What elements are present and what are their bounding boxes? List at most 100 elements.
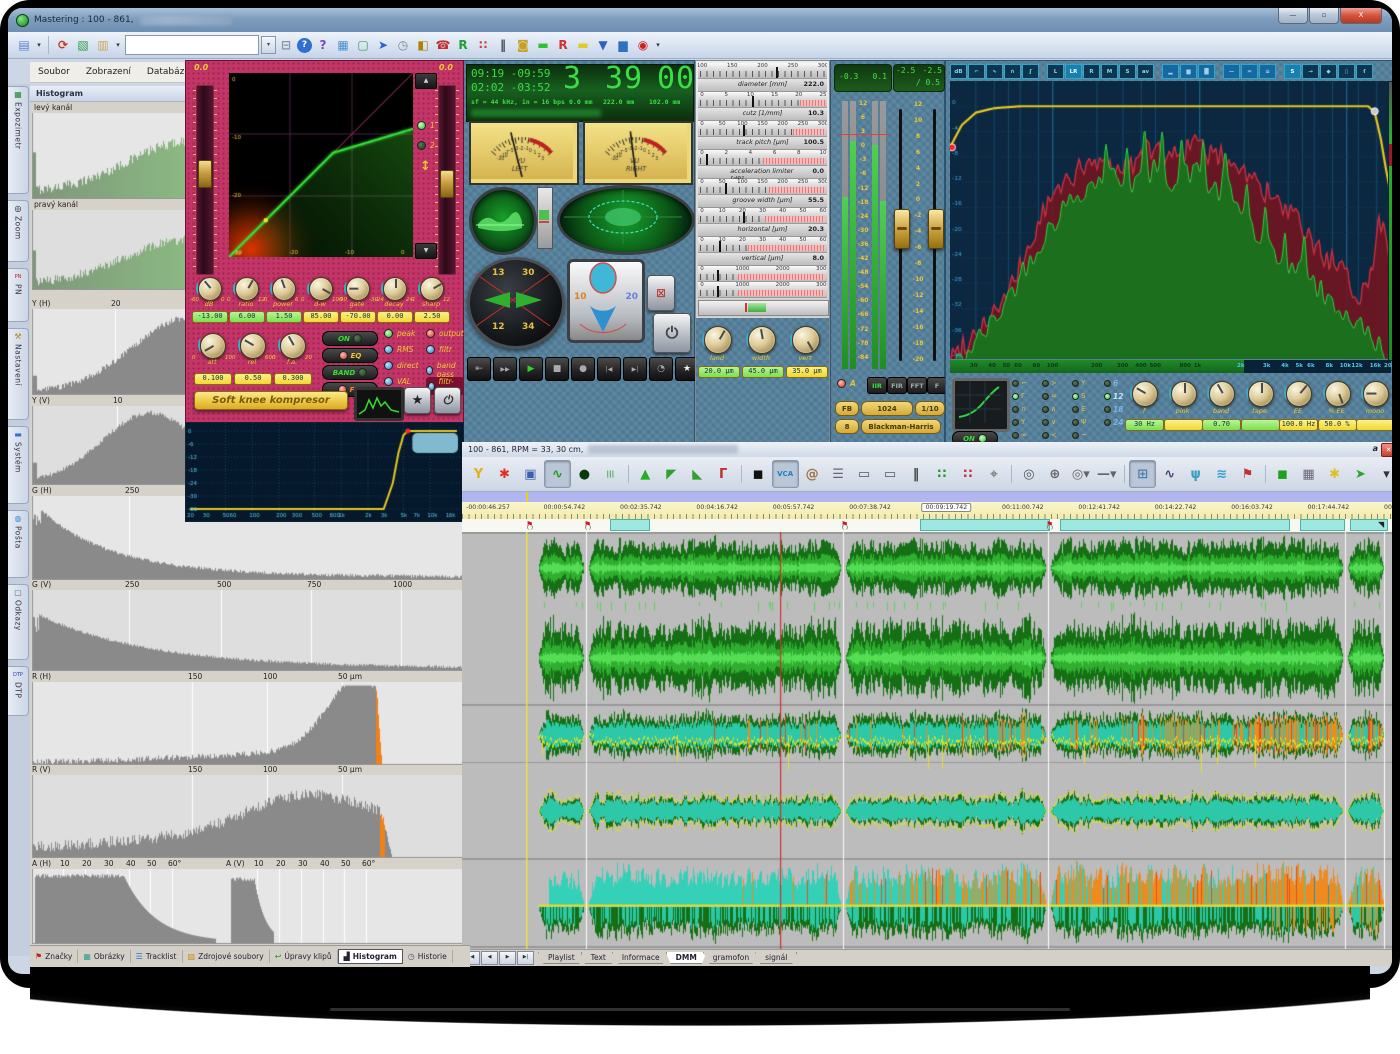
panel-tab-upravyklipu[interactable]: ↩Úpravy klipů [270,950,338,963]
context-help-icon[interactable]: ? [314,36,332,55]
send-button[interactable]: ➤ [1348,461,1373,487]
comp-toggle-band[interactable]: BAND [322,365,378,380]
editor-tab-informace[interactable]: Informace [612,952,670,964]
output-fader-handle[interactable] [440,170,454,198]
mode-RMS[interactable]: RMS [384,345,413,354]
speed-button[interactable]: ◔ [649,357,673,381]
quad-display-button[interactable]: ◼ [746,461,771,487]
filter-shape-cell[interactable]: Ψ [1072,418,1087,426]
spectrum-toolbar-button-8[interactable]: R [1083,64,1100,79]
filter-shape-cell[interactable]: ⌐ [1012,379,1027,387]
autostop-button[interactable]: ⇤ [467,357,491,381]
eq-EE-knob[interactable] [1325,381,1351,407]
input-fader[interactable] [196,85,214,275]
probe-button[interactable]: ⌖ [981,461,1006,487]
eject-button[interactable]: ⊠ [647,275,675,311]
filter-shape-cell[interactable]: Γ [1012,392,1025,400]
window-layout-icon[interactable]: ▤ [15,36,33,55]
panel-tab-zdrojovesoubory[interactable]: ▨Zdrojové soubory [183,950,270,963]
output-fader[interactable] [438,85,456,275]
panel-tab-tracklist[interactable]: ☰Tracklist [131,950,183,963]
vca-button[interactable]: VCA [772,460,799,488]
phone-icon[interactable]: ☎ [434,36,452,55]
insert-marker-button[interactable]: ▲ [633,461,658,487]
circle-menu-button[interactable]: ◎▾ [1068,461,1093,487]
green-key-icon[interactable]: ▬ [534,36,552,55]
editor-tab-text[interactable]: Text [581,952,616,964]
spectrum-toolbar-button-22[interactable]: → [1302,64,1319,79]
comp-att-value[interactable]: 0.100 [194,373,232,385]
fader-handle-left[interactable] [894,209,910,249]
spectrum-toolbar-button-18[interactable]: = [1241,64,1258,79]
comp-sharp-value[interactable]: 2.50 [414,311,450,323]
stack-button[interactable]: ☰ [826,461,851,487]
panel-tab-historie[interactable]: ◷Historie [403,950,453,963]
mini-spectrum-display[interactable] [354,387,404,421]
eq-knob-value[interactable]: 0.70 [1202,419,1241,431]
filter-shape-cell[interactable]: ≻ [1042,379,1057,387]
comp-sharp-knob[interactable] [420,277,444,301]
dash-menu-button[interactable]: —▾ [1094,461,1119,487]
nav-button[interactable]: ▶| [517,951,534,965]
screen-grid-button[interactable]: ▦ [1296,461,1321,487]
comp-dw-knob[interactable] [309,277,333,301]
eq-knob-value[interactable]: 30 Hz [1125,419,1164,431]
filter-shape-cell[interactable]: Y [1012,418,1025,426]
spectrum-toolbar-button-17[interactable]: — [1223,64,1240,79]
dsp-pill-110[interactable]: 1/10 [915,401,945,416]
steps-back-button[interactable]: ∷ [955,461,980,487]
channel-faders-button[interactable]: ‖ [904,461,929,487]
comp-power-knob[interactable] [272,277,296,301]
loop-a-button[interactable]: ▭ [852,461,877,487]
wifi-button[interactable]: ≋ [1209,461,1234,487]
menu-item-databaze[interactable]: Databáze [147,67,190,77]
end-marker[interactable]: ◥ [1378,519,1384,530]
burst-yellow-button[interactable]: ✱ [1322,461,1347,487]
editor-tab-signal[interactable]: signál [755,952,797,964]
editor-close-button[interactable]: ✕ [1381,443,1392,457]
ffwd-button[interactable]: ▶▶ [493,357,517,381]
groove-vert-value[interactable]: 35.0 µm [786,366,828,378]
spectrum-toolbar-button-15[interactable]: █ [1198,64,1215,79]
barchart-icon[interactable]: ▆ [614,36,632,55]
comp-rel-value[interactable]: 0.50 [234,373,272,385]
prev-button[interactable]: |◀ [597,357,621,381]
spectrum-toolbar-button-2[interactable]: ∿ [986,64,1003,79]
filter-shape-cell[interactable]: S [1072,392,1085,400]
monitor-copy-button[interactable]: ⊞ [1129,460,1156,488]
filter-shape-cell[interactable]: ∞ [1012,431,1027,439]
auto-led[interactable]: A [837,379,856,388]
filter-shape-cell[interactable]: ≍ [1042,392,1057,400]
print-icon[interactable]: ⊟ [277,36,295,55]
next-button[interactable]: ▶| [623,357,647,381]
filter-shape-cell[interactable]: ∨ [1042,418,1056,426]
spectrum-toolbar-button-6[interactable]: L [1047,64,1064,79]
green-tile-button[interactable]: ◼ [1270,461,1295,487]
side-tab-nastaveni[interactable]: ⚒Nastavení [8,328,29,420]
goto-icon[interactable]: ➤ [374,36,392,55]
menu-item-zobrazeni[interactable]: Zobrazení [86,67,131,77]
combo-dropdown-button[interactable]: ▾ [261,36,276,54]
mode-filtr[interactable]: filtr [426,345,452,354]
dsp-iir-button[interactable]: IIR [867,377,887,394]
filter-shape-cell[interactable]: Y [1072,379,1085,387]
side-tab-posta[interactable]: ◍Pošta [8,510,29,578]
eq-knob-value[interactable] [1164,419,1203,431]
save-icon[interactable]: ▣ [518,461,543,487]
comp-decay-value[interactable]: 0.00 [377,311,413,323]
clip-fade-in-button[interactable]: ◤ [659,461,684,487]
network-button[interactable]: ψ [1183,461,1208,487]
editor-tab-playlist[interactable]: Playlist [538,952,585,964]
layout-caret[interactable]: ▾ [35,36,43,55]
comp-toggle-eq[interactable]: EQ [322,348,378,363]
faders-icon[interactable]: ‖ [494,36,512,55]
spectrum-toolbar-button-7[interactable]: LR [1065,64,1082,79]
comp-ratio-value[interactable]: 6.00 [229,311,265,323]
panel-tab-obrazky[interactable]: ▦Obrázky [78,950,130,963]
filter-shape-cell[interactable]: ≺ [1042,431,1057,439]
compressor-curve-graph[interactable] [229,73,413,257]
spectrum-graph[interactable] [950,81,1391,359]
panel-tab-znacky[interactable]: ⚑Značky [30,950,78,963]
eq-band-knob[interactable] [1209,381,1235,407]
groove-land-knob[interactable] [704,326,732,354]
